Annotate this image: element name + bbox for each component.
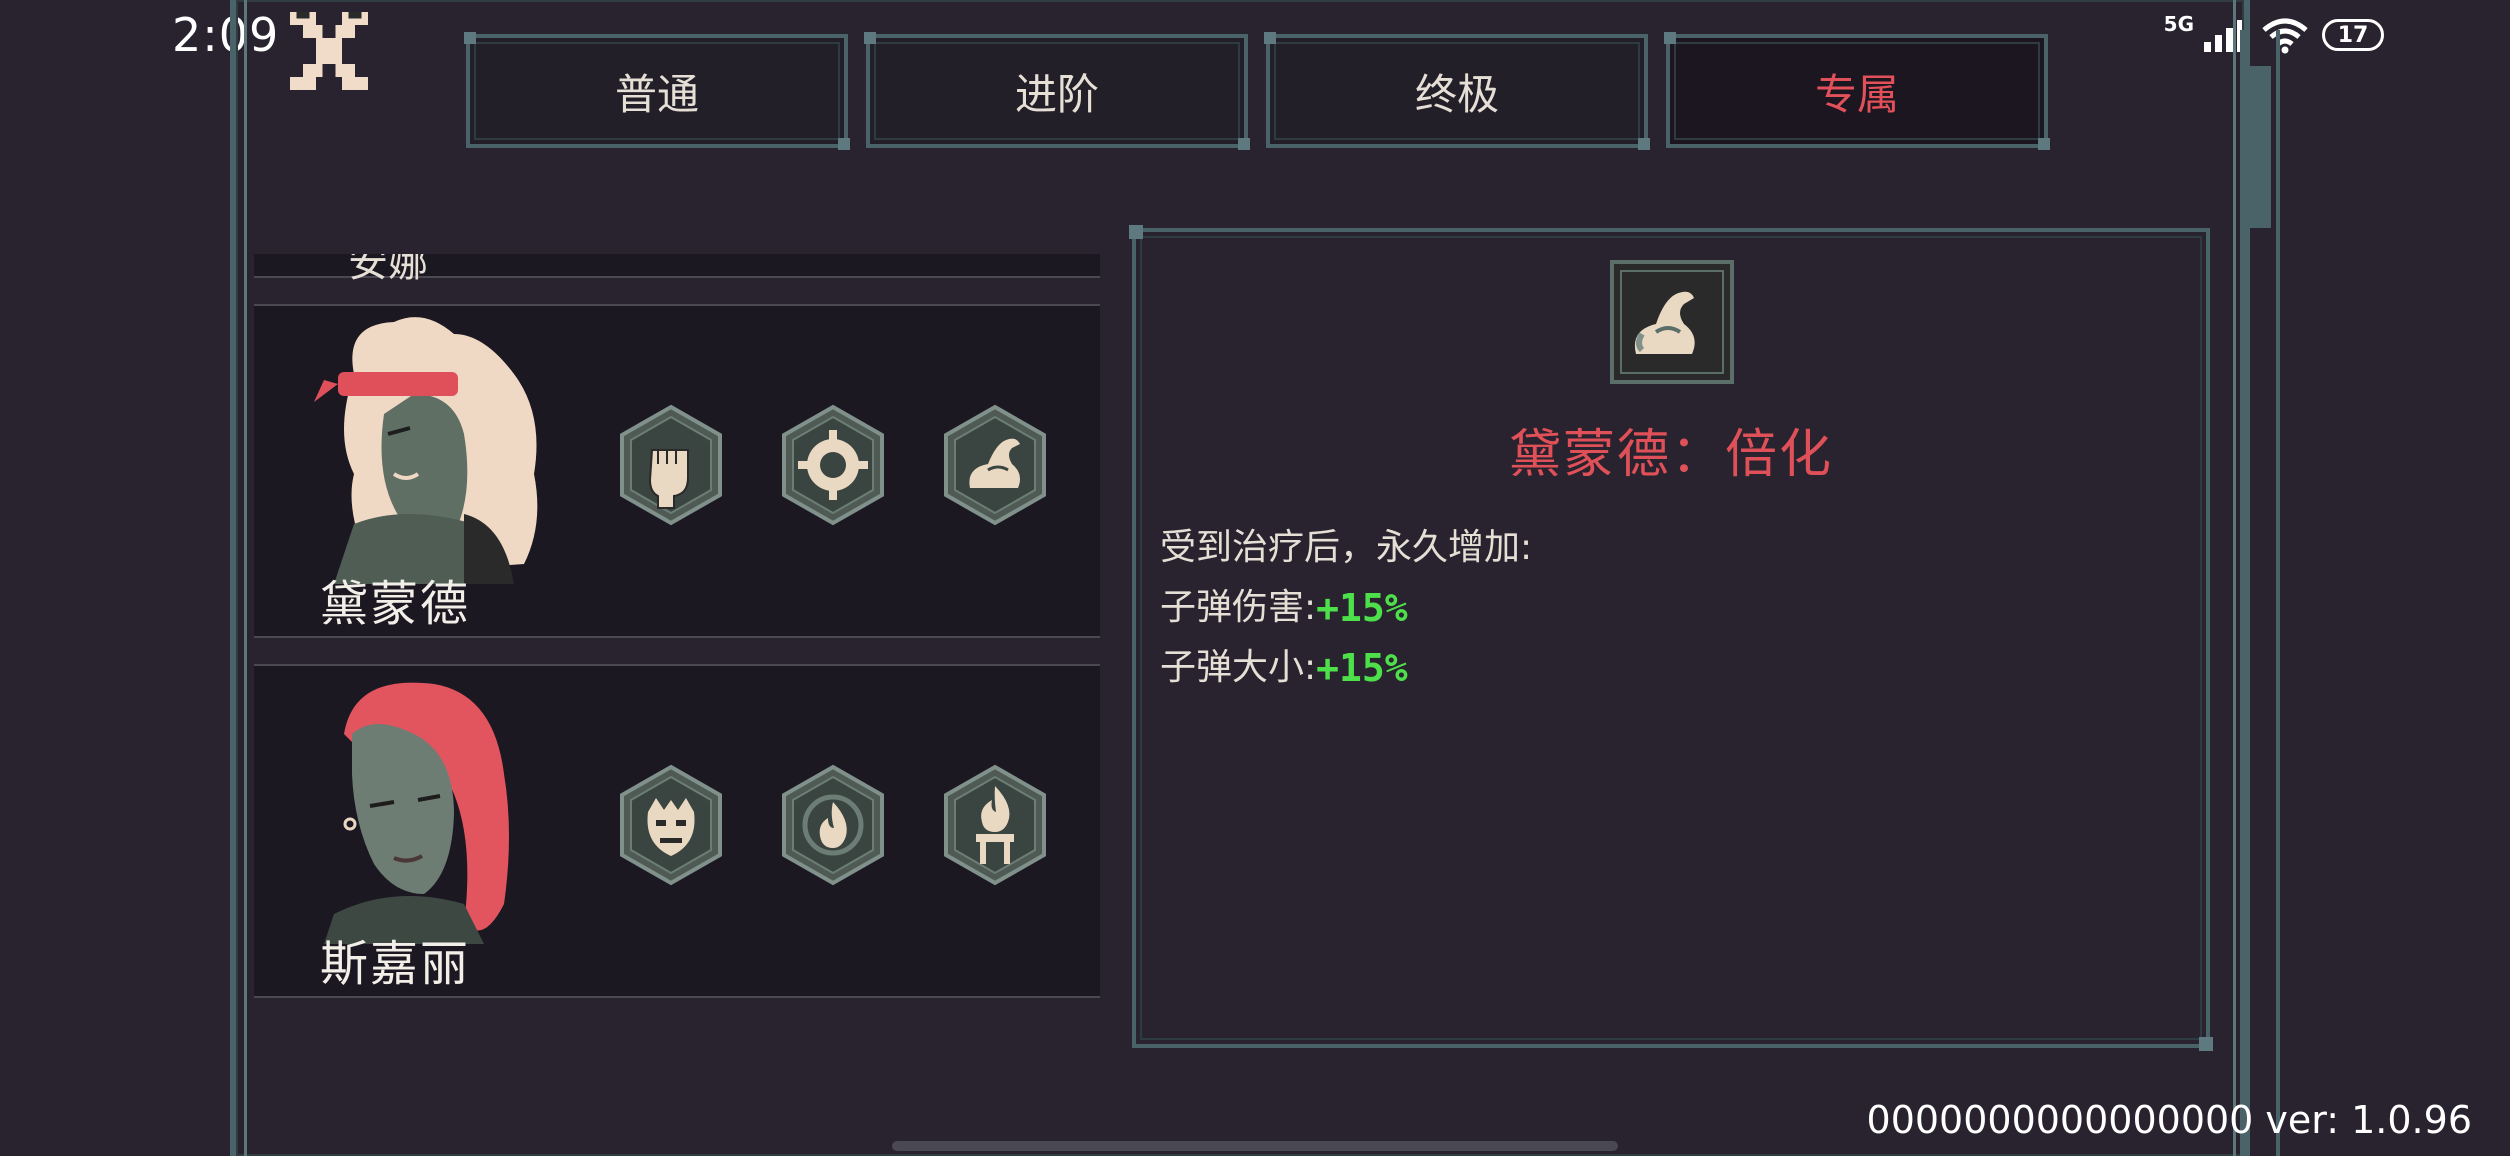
- stat-label: 子弹伤害:: [1160, 587, 1317, 628]
- battery-level: 17: [2337, 22, 2369, 48]
- character-portrait-scarlett: [324, 682, 509, 944]
- close-button[interactable]: [290, 12, 368, 90]
- character-name: 黛蒙德: [320, 576, 471, 632]
- skill-title: 黛蒙德：倍化: [1508, 425, 1833, 485]
- version-label: 0000000000000000 ver: 1.0.96: [1866, 1098, 2472, 1142]
- flexed-arm-icon: [1634, 291, 1695, 354]
- close-icon: [290, 12, 368, 90]
- fist-icon[interactable]: [618, 404, 724, 526]
- tab-ultimate[interactable]: 终极: [1264, 32, 1650, 150]
- torch-icon[interactable]: [942, 764, 1048, 886]
- tab-normal[interactable]: 普通: [464, 32, 850, 150]
- flexed-arm-icon[interactable]: [942, 404, 1048, 526]
- demon-face-icon[interactable]: [618, 764, 724, 886]
- scrollbar-thumb[interactable]: [2249, 66, 2271, 228]
- spiked-ring-icon[interactable]: [780, 404, 886, 526]
- character-row-scarlett[interactable]: 斯嘉丽: [254, 664, 1100, 998]
- character-name: 斯嘉丽: [320, 936, 471, 992]
- home-indicator[interactable]: [892, 1141, 1618, 1151]
- stat-label: 子弹大小:: [1160, 647, 1317, 688]
- tab-exclusive[interactable]: 专属: [1664, 32, 2050, 150]
- tab-advanced[interactable]: 进阶: [864, 32, 1250, 150]
- fire-circle-icon[interactable]: [780, 764, 886, 886]
- detail-skill-icon-frame: [1610, 260, 1734, 384]
- battery-indicator: 17: [2322, 19, 2384, 51]
- character-row-diamond[interactable]: 黛蒙德: [254, 304, 1100, 638]
- list-item-partial[interactable]: 安娜: [254, 254, 1100, 286]
- stat-value: +15%: [1316, 646, 1408, 690]
- character-list[interactable]: 安娜 黛蒙德 斯嘉丽: [254, 254, 1100, 1004]
- skill-description: 受到治疗后，永久增加: 子弹伤害: +15% 子弹大小: +15%: [1160, 518, 1532, 698]
- character-portrait-diamond: [314, 317, 538, 584]
- character-name-partial: 安娜: [348, 254, 428, 286]
- stat-value: +15%: [1316, 586, 1408, 630]
- description-text: 受到治疗后，永久增加:: [1160, 527, 1533, 568]
- skill-detail-panel: 黛蒙德：倍化 受到治疗后，永久增加: 子弹伤害: +15% 子弹大小: +15%: [1129, 225, 2213, 1051]
- tab-bar: 普通 进阶 终极 专属: [464, 32, 2050, 150]
